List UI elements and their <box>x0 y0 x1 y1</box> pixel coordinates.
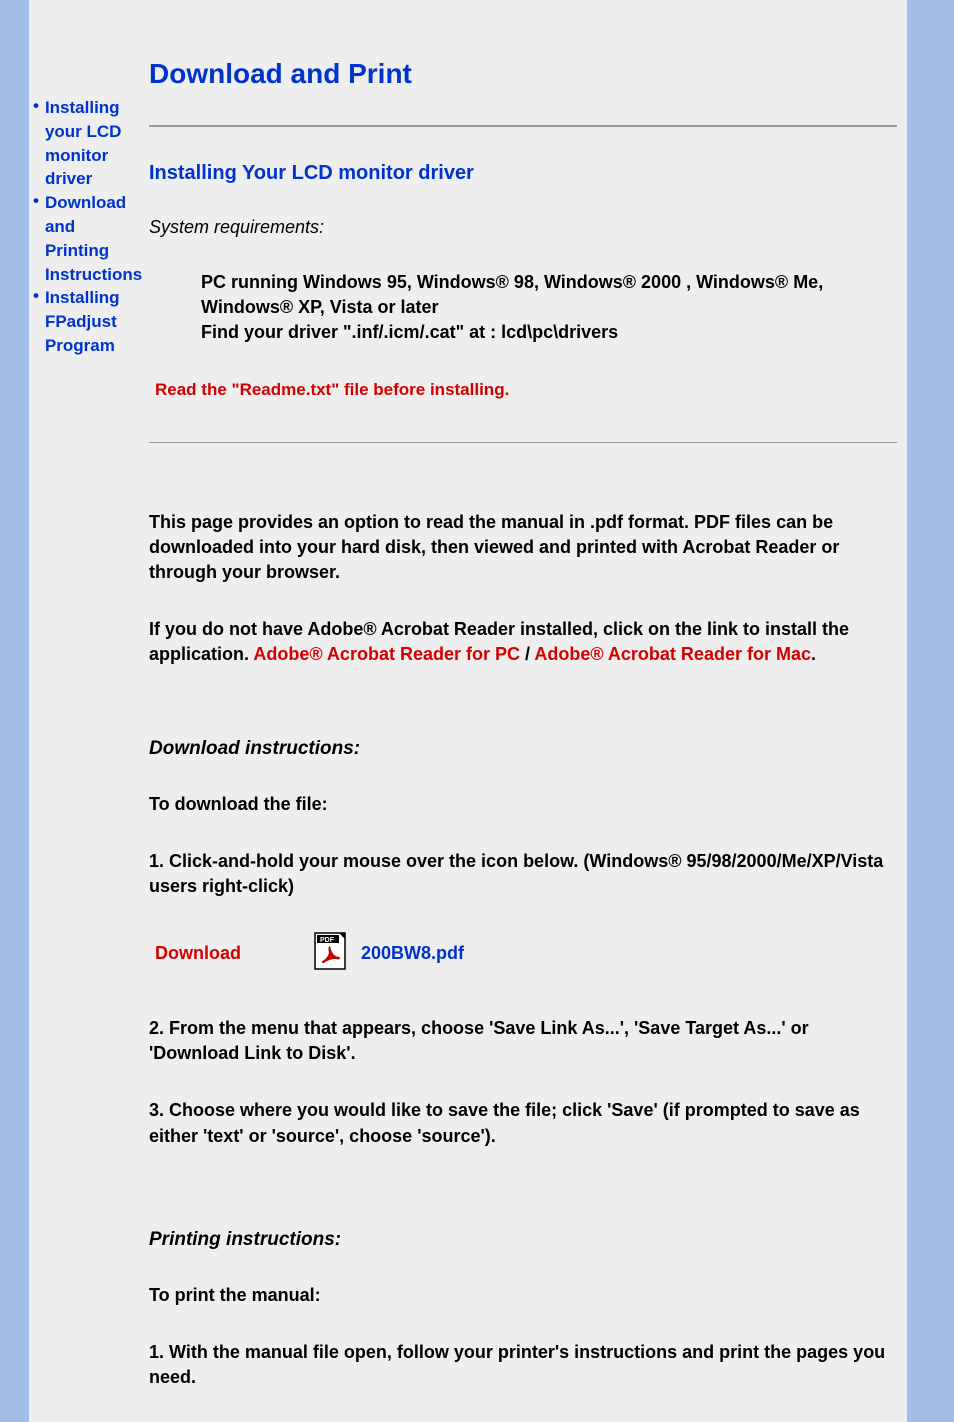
sidebar-link-install-driver[interactable]: Installing your LCD monitor driver <box>45 96 134 191</box>
divider <box>149 125 897 127</box>
download-label: Download <box>155 943 241 964</box>
sidebar-item-install-driver: • Installing your LCD monitor driver <box>33 96 134 191</box>
download-step-2: 2. From the menu that appears, choose 'S… <box>149 1016 897 1066</box>
requirements-list: PC running Windows 95, Windows® 98, Wind… <box>201 270 897 346</box>
printing-intro: To print the manual: <box>149 1283 897 1308</box>
pdf-intro-para: This page provides an option to read the… <box>149 510 897 586</box>
printing-heading: Printing instructions: <box>149 1229 897 1251</box>
svg-text:PDF: PDF <box>320 937 335 944</box>
acrobat-mac-link[interactable]: Adobe® Acrobat Reader for Mac <box>534 644 811 664</box>
main-content: Download and Print Installing Your LCD m… <box>134 0 907 1422</box>
bullet-icon: • <box>33 286 39 306</box>
page-container: • Installing your LCD monitor driver • D… <box>29 0 914 1422</box>
requirement-2: Find your driver ".inf/.icm/.cat" at : l… <box>201 320 897 345</box>
acrobat-pc-link[interactable]: Adobe® Acrobat Reader for PC <box>253 644 520 664</box>
bullet-icon: • <box>33 96 39 116</box>
section-heading-driver: Installing Your LCD monitor driver <box>149 162 897 185</box>
divider <box>149 442 897 443</box>
warning-readme: Read the "Readme.txt" file before instal… <box>155 380 897 400</box>
sidebar-link-fpadjust[interactable]: Installing FPadjust Program <box>45 286 134 357</box>
download-heading: Download instructions: <box>149 738 897 760</box>
sysreq-label: System requirements: <box>149 217 897 238</box>
page-title: Download and Print <box>149 58 897 90</box>
download-intro: To download the file: <box>149 792 897 817</box>
separator: / <box>520 644 534 664</box>
pdf-icon: PDF <box>313 931 351 976</box>
acrobat-install-para: If you do not have Adobe® Acrobat Reader… <box>149 617 897 667</box>
download-step-1: 1. Click-and-hold your mouse over the ic… <box>149 849 897 899</box>
printing-step-1: 1. With the manual file open, follow you… <box>149 1340 897 1390</box>
sidebar-nav: • Installing your LCD monitor driver • D… <box>29 0 134 1422</box>
download-step-3: 3. Choose where you would like to save t… <box>149 1098 897 1148</box>
pdf-file-link[interactable]: 200BW8.pdf <box>361 943 464 964</box>
period: . <box>811 644 816 664</box>
sidebar-link-download-print[interactable]: Download and Printing Instructions <box>45 191 142 286</box>
sidebar-item-download-print: • Download and Printing Instructions <box>33 191 134 286</box>
bullet-icon: • <box>33 191 39 211</box>
sidebar-item-fpadjust: • Installing FPadjust Program <box>33 286 134 357</box>
download-row: Download PDF 200BW8.pdf <box>149 931 897 976</box>
requirement-1: PC running Windows 95, Windows® 98, Wind… <box>201 270 897 320</box>
